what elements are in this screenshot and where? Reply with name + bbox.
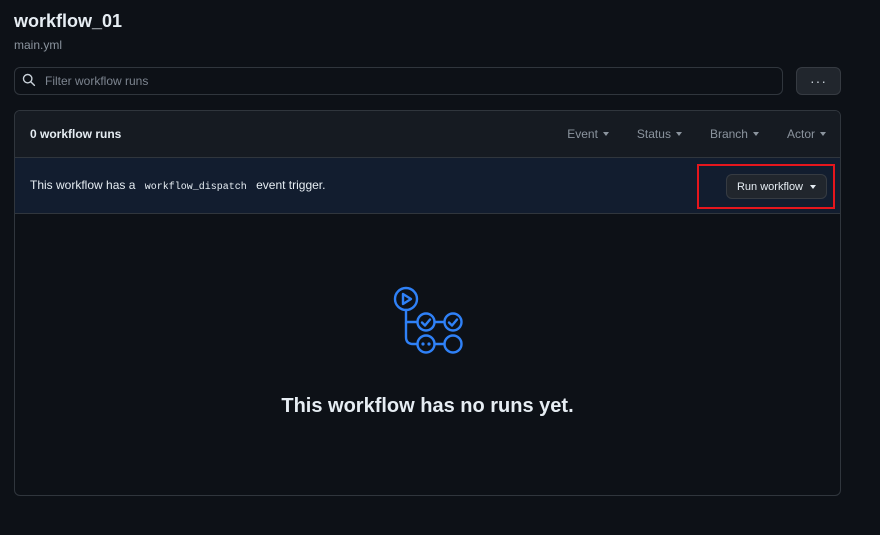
banner-code: workflow_dispatch	[144, 182, 247, 193]
more-options-button[interactable]: ···	[796, 67, 841, 95]
runs-header: 0 workflow runs Event Status Branch Acto…	[15, 111, 840, 158]
branch-filter-label: Branch	[709, 127, 748, 141]
event-filter[interactable]: Event	[567, 127, 609, 141]
workflow-page: workflow_01 main.yml ··· 0 workflow runs…	[0, 0, 880, 535]
run-workflow-button[interactable]: Run workflow	[726, 174, 827, 199]
event-filter-label: Event	[567, 127, 598, 141]
run-filters: Event Status Branch Actor	[567, 127, 826, 141]
workflow-icon	[393, 286, 463, 354]
branch-filter[interactable]: Branch	[710, 127, 759, 141]
status-filter-label: Status	[636, 127, 671, 141]
workflow-runs-panel: 0 workflow runs Event Status Branch Acto…	[14, 110, 841, 496]
banner-text-after: event trigger.	[256, 178, 326, 192]
run-workflow-label: Run workflow	[736, 180, 804, 193]
banner-text: This workflow has a workflow_dispatch ev…	[30, 178, 325, 193]
filter-runs-input[interactable]	[45, 74, 782, 88]
run-count: 0 workflow runs	[30, 127, 122, 141]
caret-down-icon	[810, 184, 817, 189]
filter-runs-search	[14, 67, 783, 95]
status-filter[interactable]: Status	[637, 127, 682, 141]
empty-state: This workflow has no runs yet.	[15, 214, 840, 495]
search-icon	[22, 73, 38, 89]
workflow-file-name: main.yml	[14, 38, 63, 52]
caret-down-icon	[602, 132, 609, 136]
page-title: workflow_01	[14, 11, 123, 31]
empty-state-message: This workflow has no runs yet.	[281, 395, 574, 417]
caret-down-icon	[820, 132, 826, 136]
caret-down-icon	[675, 132, 682, 136]
caret-down-icon	[752, 132, 759, 136]
actor-filter-label: Actor	[786, 127, 815, 141]
actor-filter[interactable]: Actor	[787, 127, 826, 141]
dispatch-banner: This workflow has a workflow_dispatch ev…	[15, 158, 840, 214]
banner-text-before: This workflow has a	[30, 178, 136, 192]
